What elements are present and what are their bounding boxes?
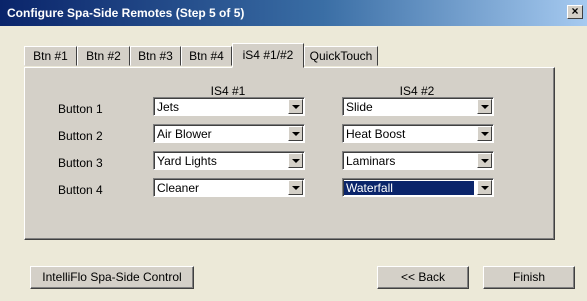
select-value: Yard Lights [157,154,217,168]
dropdown-arrow-icon[interactable] [477,153,492,168]
is4-1-button-1-select[interactable]: Jets [153,97,305,116]
close-button[interactable]: × [567,5,583,19]
dropdown-arrow-icon[interactable] [288,153,303,168]
close-icon: × [571,4,579,18]
window-title: Configure Spa-Side Remotes (Step 5 of 5) [7,6,245,20]
dropdown-arrow-icon[interactable] [477,99,492,114]
is4-1-button-2-select[interactable]: Air Blower [153,124,305,143]
select-value: Heat Boost [346,127,406,141]
tab-quicktouch[interactable]: QuickTouch [304,46,378,66]
select-value: Slide [346,100,373,114]
select-value: Cleaner [157,181,200,195]
row-label-button-1: Button 1 [58,102,103,116]
dropdown-arrow-icon[interactable] [288,180,303,195]
is4-2-button-1-select[interactable]: Slide [342,97,494,116]
is4-2-button-4-select[interactable]: Waterfall [342,178,494,197]
dropdown-arrow-icon[interactable] [288,99,303,114]
select-value: Jets [157,100,180,114]
row-label-button-3: Button 3 [58,156,103,170]
tab-btn-3[interactable]: Btn #3 [130,46,181,66]
is4-1-button-3-select[interactable]: Yard Lights [153,151,305,170]
dropdown-arrow-icon[interactable] [288,126,303,141]
intelliflo-spa-side-control-button[interactable]: IntelliFlo Spa-Side Control [30,266,194,289]
row-label-button-4: Button 4 [58,183,103,197]
back-button[interactable]: << Back [377,266,469,289]
tab-btn-1[interactable]: Btn #1 [24,46,77,66]
finish-button[interactable]: Finish [483,266,575,289]
is4-2-button-3-select[interactable]: Laminars [342,151,494,170]
tab-btn-2[interactable]: Btn #2 [77,46,130,66]
tab-is4[interactable]: iS4 #1/#2 [232,43,304,68]
dropdown-arrow-icon[interactable] [477,180,492,195]
title-bar: Configure Spa-Side Remotes (Step 5 of 5)… [0,0,587,26]
is4-1-button-4-select[interactable]: Cleaner [153,178,305,197]
tab-btn-4[interactable]: Btn #4 [181,46,232,66]
row-label-button-2: Button 2 [58,129,103,143]
select-value: Waterfall [344,181,474,195]
dropdown-arrow-icon[interactable] [477,126,492,141]
column-header-is4-1: IS4 #1 [210,84,246,98]
select-value: Laminars [346,154,396,168]
is4-2-button-2-select[interactable]: Heat Boost [342,124,494,143]
column-header-is4-2: IS4 #2 [399,84,435,98]
select-value: Air Blower [157,127,212,141]
